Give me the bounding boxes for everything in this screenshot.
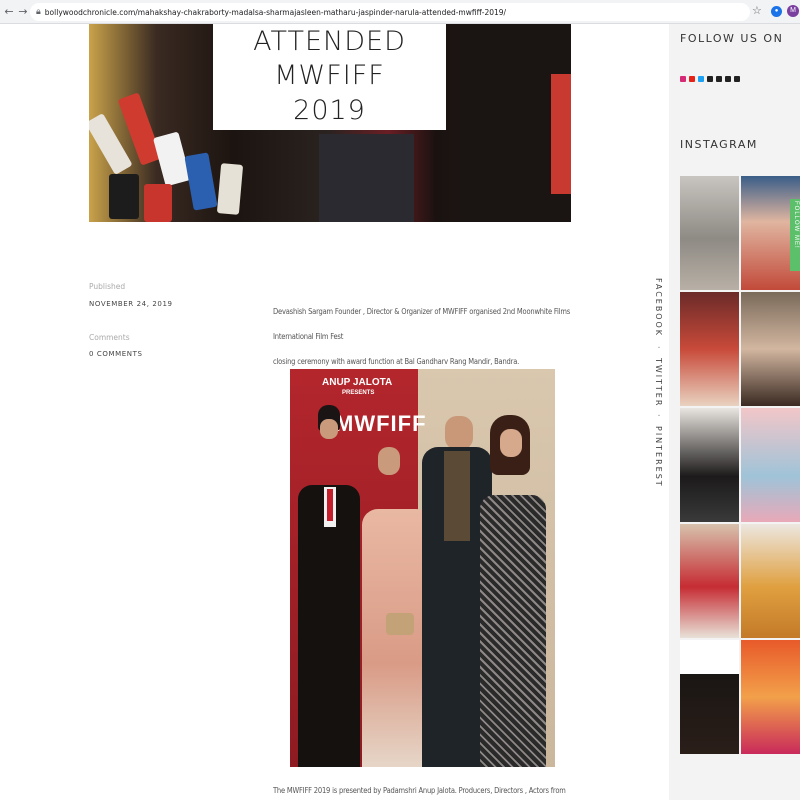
person-figure (298, 485, 360, 767)
person-figure (386, 613, 414, 635)
hero-title-card: ATTENDED MWFIFF 2019 (213, 24, 446, 130)
back-icon[interactable]: ← (2, 5, 16, 18)
poster-text: ANUP JALOTA (322, 377, 393, 388)
share-rail: FACEBOOK · TWITTER · PINTEREST (651, 278, 665, 488)
mic-shape (109, 174, 139, 219)
follow-me-tab[interactable]: FOLLOW ME! (790, 199, 800, 271)
share-separator: · (654, 346, 663, 351)
published-label: Published (89, 282, 126, 291)
instagram-tile[interactable] (680, 292, 739, 406)
person-figure (445, 416, 473, 450)
social-icons (680, 76, 740, 82)
share-separator: · (654, 414, 663, 419)
person-figure (444, 451, 470, 541)
browser-toolbar: ← → ↻ 🔒︎ bollywoodchronicle.com/mahaksha… (0, 0, 800, 24)
paragraph-line: Devashish Sargam Founder , Director & Or… (273, 307, 571, 341)
article-paragraph: The MWFIFF 2019 is presented by Padamshr… (273, 778, 571, 800)
share-pinterest-link[interactable]: PINTEREST (654, 426, 663, 488)
profile-avatar[interactable]: M (787, 5, 799, 17)
sidebar: FOLLOW US ON INSTAGRAM FOLLOW ME! (669, 24, 800, 800)
poster-text: PRESENTS (342, 390, 375, 396)
poster-logo: MWFIFF (335, 411, 427, 436)
comments-label: Comments (89, 333, 130, 342)
bookmark-star-icon[interactable]: ☆ (752, 4, 762, 17)
instagram-tile[interactable] (741, 292, 800, 406)
instagram-tile[interactable] (680, 640, 739, 754)
hero-title-line1: ATTENDED MWFIFF (253, 26, 406, 91)
mic-shape (144, 184, 172, 222)
instagram-tile[interactable] (741, 524, 800, 638)
article-paragraph: Devashish Sargam Founder , Director & Or… (273, 299, 571, 374)
instagram-tile[interactable] (680, 524, 739, 638)
person-figure (480, 495, 546, 767)
twitter-icon[interactable] (698, 76, 704, 82)
mic-shape (551, 74, 571, 194)
mic-shape (216, 163, 244, 215)
extension-icon[interactable]: ● (771, 6, 782, 17)
person-figure (500, 429, 522, 457)
instagram-tile[interactable] (680, 176, 739, 290)
address-bar[interactable]: 🔒︎ bollywoodchronicle.com/mahakshay-chak… (30, 3, 750, 21)
person-figure (327, 489, 333, 521)
lock-icon[interactable]: 🔒︎ (36, 7, 41, 17)
share-facebook-link[interactable]: FACEBOOK (654, 278, 663, 337)
instagram-icon[interactable] (680, 76, 686, 82)
hero-title-line2: 2019 (293, 95, 366, 126)
share-twitter-link[interactable]: TWITTER (654, 358, 663, 407)
instagram-tile[interactable] (741, 408, 800, 522)
facebook-icon[interactable] (707, 76, 713, 82)
hero-image: ATTENDED MWFIFF 2019 (89, 24, 571, 222)
instagram-tile[interactable] (680, 408, 739, 522)
instagram-tile[interactable] (741, 640, 800, 754)
follow-me-label: FOLLOW ME! (793, 201, 799, 249)
tumblr-icon[interactable] (734, 76, 740, 82)
url-text[interactable]: bollywoodchronicle.com/mahakshay-chakrab… (45, 8, 506, 17)
follow-heading: FOLLOW US ON (680, 32, 784, 45)
article-photo: ANUP JALOTA PRESENTS MWFIFF (290, 369, 555, 767)
mic-shape (319, 134, 414, 222)
forward-icon[interactable]: → (16, 5, 30, 18)
pinterest-icon[interactable] (716, 76, 722, 82)
vimeo-icon[interactable] (725, 76, 731, 82)
published-date: NOVEMBER 24, 2019 (89, 300, 173, 308)
comments-count[interactable]: 0 COMMENTS (89, 350, 143, 358)
person-figure (320, 419, 338, 439)
instagram-heading: INSTAGRAM (680, 138, 758, 151)
youtube-icon[interactable] (689, 76, 695, 82)
person-figure (378, 447, 400, 475)
paragraph-line: The MWFIFF 2019 is presented by Padamshr… (273, 786, 566, 795)
